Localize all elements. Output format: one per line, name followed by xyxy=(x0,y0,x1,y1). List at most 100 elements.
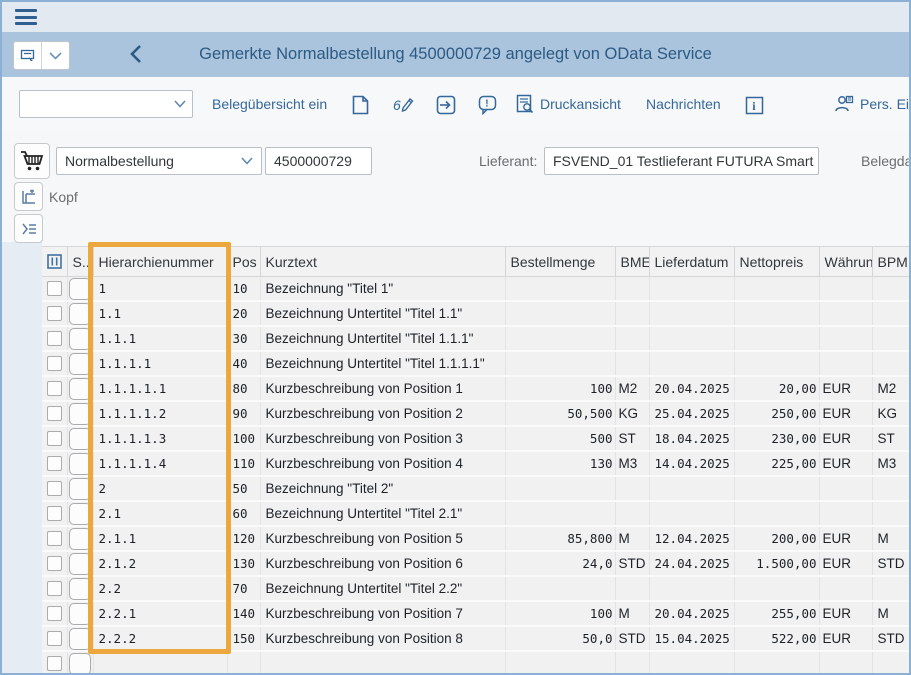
cell-datum[interactable]: 12.04.2025 xyxy=(649,526,734,551)
document-number-field[interactable]: 4500000729 xyxy=(265,147,372,175)
cell-bme[interactable] xyxy=(615,326,649,351)
cell-menge[interactable]: 130 xyxy=(505,451,615,476)
cell-waehrung[interactable] xyxy=(819,326,872,351)
cell-waehrung[interactable] xyxy=(819,651,872,675)
cell-waehrung[interactable]: EUR xyxy=(819,376,872,401)
command-combobox[interactable] xyxy=(19,90,193,118)
cell-hier[interactable]: 1.1 xyxy=(93,301,227,326)
row-checkbox[interactable] xyxy=(47,306,62,321)
row-checkbox[interactable] xyxy=(47,531,62,546)
cell-waehrung[interactable]: EUR xyxy=(819,601,872,626)
cell-preis[interactable] xyxy=(734,351,819,376)
col-header-nettopreis[interactable]: Nettopreis xyxy=(734,247,819,277)
cell-preis[interactable] xyxy=(734,476,819,501)
cell-bme[interactable]: STD xyxy=(615,551,649,576)
cell-kurztext[interactable]: Kurzbeschreibung von Position 1 xyxy=(260,376,505,401)
row-checkbox[interactable] xyxy=(47,481,62,496)
cell-pos[interactable]: 140 xyxy=(227,601,260,626)
cell-kurztext[interactable]: Bezeichnung "Titel 1" xyxy=(260,277,505,302)
cell-bme[interactable]: M3 xyxy=(615,451,649,476)
cell-datum[interactable] xyxy=(649,501,734,526)
command-chevron-down-icon[interactable] xyxy=(167,100,192,108)
cell-kurztext[interactable]: Kurzbeschreibung von Position 7 xyxy=(260,601,505,626)
personal-settings-button[interactable]: Pers. Einstellung xyxy=(834,77,911,131)
cell-hier[interactable]: 2.2.2 xyxy=(93,626,227,651)
row-checkbox[interactable] xyxy=(47,506,62,521)
print-preview-button[interactable]: Druckansicht xyxy=(516,77,621,131)
cell-waehrung[interactable]: EUR xyxy=(819,401,872,426)
cell-bme[interactable]: M2 xyxy=(615,376,649,401)
row-checkbox[interactable] xyxy=(47,331,62,346)
messages-icon[interactable]: ! xyxy=(477,94,499,116)
cell-preis[interactable] xyxy=(734,301,819,326)
cell-pos[interactable]: 120 xyxy=(227,526,260,551)
row-status-box[interactable] xyxy=(69,303,91,325)
cell-pos[interactable]: 130 xyxy=(227,551,260,576)
other-document-icon[interactable] xyxy=(435,94,457,116)
cell-preis[interactable]: 230,00 xyxy=(734,426,819,451)
cell-menge[interactable]: 50,0 xyxy=(505,626,615,651)
cell-menge[interactable]: 50,500 xyxy=(505,401,615,426)
cell-waehrung[interactable] xyxy=(819,277,872,302)
cell-menge[interactable] xyxy=(505,301,615,326)
cell-pos[interactable]: 100 xyxy=(227,426,260,451)
row-status-box[interactable] xyxy=(69,328,91,350)
cell-kurztext[interactable]: Kurzbeschreibung von Position 5 xyxy=(260,526,505,551)
cell-kurztext[interactable]: Bezeichnung Untertitel "Titel 1.1.1.1" xyxy=(260,351,505,376)
row-checkbox[interactable] xyxy=(47,431,62,446)
cell-kurztext[interactable]: Kurzbeschreibung von Position 6 xyxy=(260,551,505,576)
cell-waehrung[interactable] xyxy=(819,476,872,501)
cell-kurztext[interactable]: Bezeichnung Untertitel "Titel 2.2" xyxy=(260,576,505,601)
cell-datum[interactable]: 18.04.2025 xyxy=(649,426,734,451)
cell-preis[interactable] xyxy=(734,576,819,601)
cell-waehrung[interactable] xyxy=(819,301,872,326)
row-checkbox[interactable] xyxy=(47,456,62,471)
cell-waehrung[interactable]: EUR xyxy=(819,426,872,451)
cell-bpm[interactable]: M xyxy=(872,601,910,626)
row-checkbox[interactable] xyxy=(47,356,62,371)
cell-hier[interactable]: 2.1 xyxy=(93,501,227,526)
cell-preis[interactable]: 522,00 xyxy=(734,626,819,651)
cell-menge[interactable] xyxy=(505,576,615,601)
cell-pos[interactable]: 80 xyxy=(227,376,260,401)
info-icon[interactable]: i xyxy=(743,94,765,116)
cell-bpm[interactable] xyxy=(872,351,910,376)
cell-bme[interactable]: M xyxy=(615,526,649,551)
cell-bpm[interactable]: M xyxy=(872,526,910,551)
cell-kurztext[interactable]: Bezeichnung "Titel 2" xyxy=(260,476,505,501)
cell-kurztext[interactable]: Bezeichnung Untertitel "Titel 1.1.1" xyxy=(260,326,505,351)
gui-actions-chevron-down-icon[interactable] xyxy=(41,42,69,69)
row-checkbox[interactable] xyxy=(47,406,62,421)
gui-actions-split-button[interactable] xyxy=(13,41,70,70)
cell-datum[interactable]: 15.04.2025 xyxy=(649,626,734,651)
cell-hier[interactable]: 1 xyxy=(93,277,227,302)
cell-hier[interactable]: 1.1.1.1.1 xyxy=(93,376,227,401)
col-header-waehrung[interactable]: Währung xyxy=(819,247,872,277)
back-icon[interactable] xyxy=(124,42,148,66)
command-input[interactable] xyxy=(20,96,167,112)
col-header-lieferdatum[interactable]: Lieferdatum xyxy=(649,247,734,277)
cell-preis[interactable] xyxy=(734,501,819,526)
cell-bme[interactable] xyxy=(615,277,649,302)
shopping-cart-button[interactable] xyxy=(14,143,50,179)
cell-pos[interactable]: 50 xyxy=(227,476,260,501)
expand-header-button[interactable] xyxy=(14,182,43,211)
col-header-kurztext[interactable]: Kurztext xyxy=(260,247,505,277)
cell-bpm[interactable]: STD xyxy=(872,626,910,651)
cell-hier[interactable] xyxy=(93,651,227,675)
col-header-pos[interactable]: Pos xyxy=(227,247,260,277)
cell-bpm[interactable] xyxy=(872,301,910,326)
cell-menge[interactable]: 85,800 xyxy=(505,526,615,551)
col-header-status[interactable]: S.. xyxy=(67,247,93,277)
cell-datum[interactable] xyxy=(649,351,734,376)
cell-menge[interactable]: 100 xyxy=(505,601,615,626)
cell-bme[interactable] xyxy=(615,501,649,526)
cell-datum[interactable]: 25.04.2025 xyxy=(649,401,734,426)
cell-waehrung[interactable]: EUR xyxy=(819,626,872,651)
cell-waehrung[interactable] xyxy=(819,351,872,376)
row-checkbox[interactable] xyxy=(47,381,62,396)
row-status-box[interactable] xyxy=(69,578,91,600)
cell-waehrung[interactable] xyxy=(819,576,872,601)
row-status-box[interactable] xyxy=(69,503,91,525)
copy-document-icon[interactable] xyxy=(349,94,371,116)
